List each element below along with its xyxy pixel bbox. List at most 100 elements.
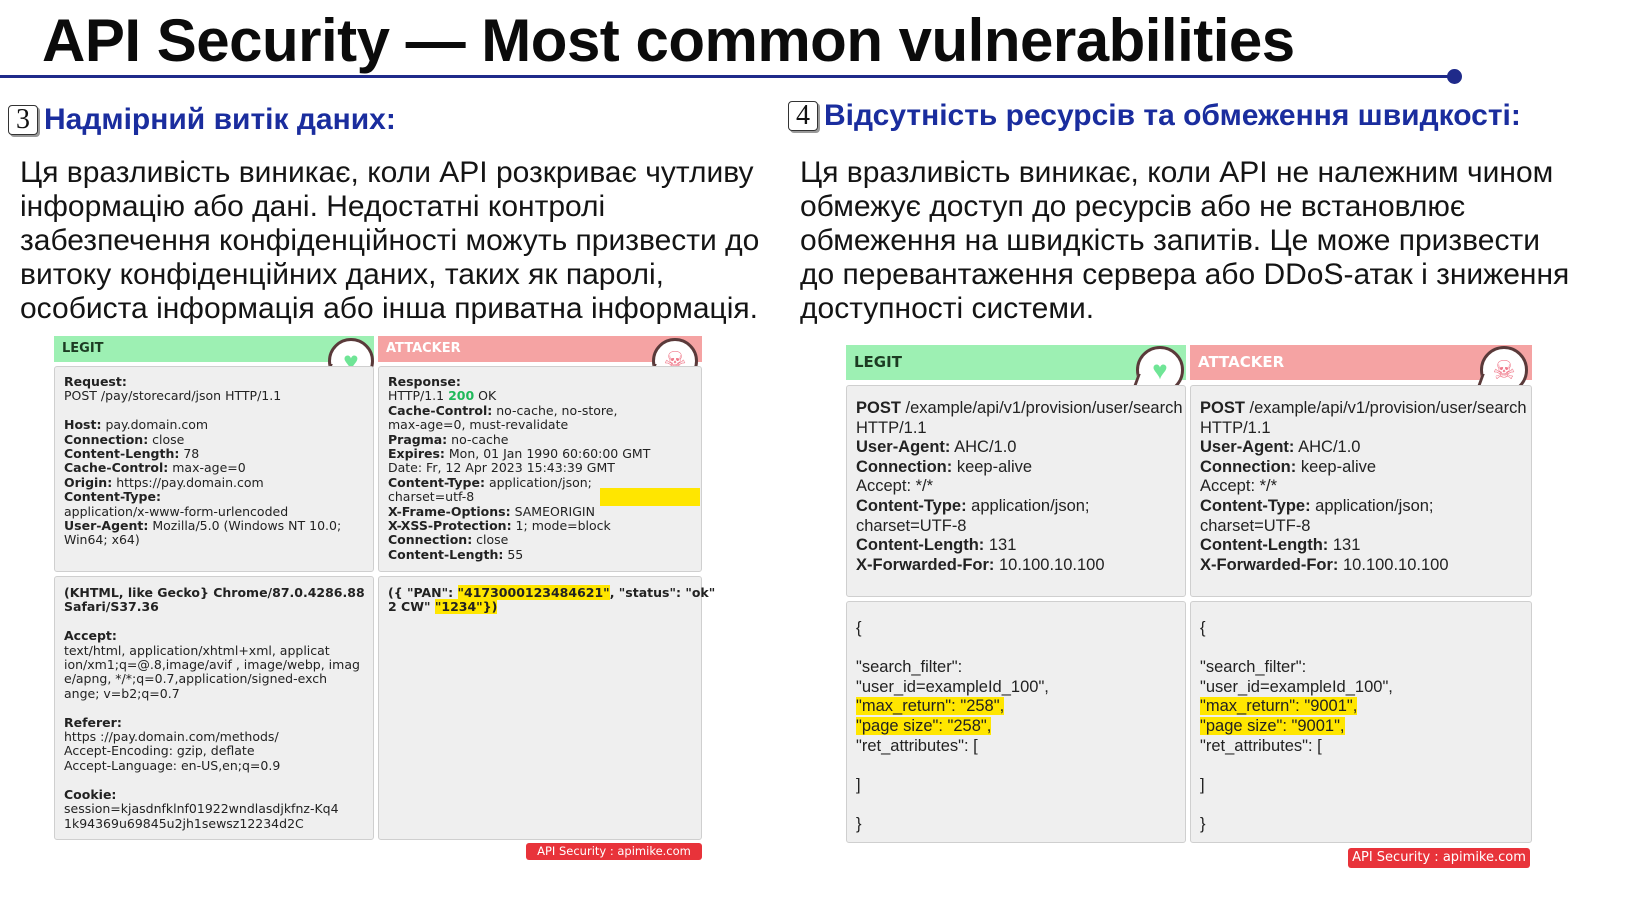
apimike-badge: API Security : apimike.com	[526, 843, 702, 860]
code-line: User-Agent: AHC/1.0	[1200, 438, 1531, 458]
code-text: session=kjasdnfklnf01922wndlasdjkfnz-Kq4	[64, 801, 339, 817]
code-line: HTTP/1.1	[856, 419, 1185, 439]
code-text: ange; v=b2;q=0.7	[64, 685, 180, 701]
section-4-heading: 4 Відсутність ресурсів та обмеження швид…	[788, 99, 1521, 133]
code-line: Accept: */*	[1200, 477, 1531, 497]
code-line: POST /pay/storecard/json HTTP/1.1	[64, 389, 373, 403]
code-text: keep-alive	[952, 457, 1033, 476]
code-line: charset=UTF-8	[856, 517, 1185, 537]
highlighted-value: "page size": "258",	[856, 716, 992, 735]
section-3-description: Ця вразливість виникає, коли API розкрив…	[20, 156, 760, 325]
code-line	[64, 773, 373, 787]
code-line: (KHTML, like Gecko} Chrome/87.0.4286.88	[64, 585, 373, 600]
code-text: /example/api/v1/provision/user/search	[900, 399, 1183, 417]
section-title: Відсутність ресурсів та обмеження швидко…	[824, 99, 1521, 132]
code-line: Cache-Control: no-cache, no-store,	[388, 402, 701, 418]
code-line: HTTP/1.1 200 OK	[388, 389, 701, 403]
code-key: Request:	[64, 374, 127, 389]
code-line: "user_id=exampleId_100",	[1200, 678, 1531, 698]
attacker-response-box: Response: HTTP/1.1 200 OK Cache-Control: n…	[378, 366, 702, 572]
code-line: {	[1200, 619, 1531, 639]
section-title: Надмірний витік даних:	[44, 103, 396, 136]
code-key: Referer:	[64, 714, 122, 730]
highlighted-value: "max_return": "9001",	[1200, 697, 1358, 716]
code-text: 55	[503, 546, 524, 562]
code-text: keep-alive	[1296, 457, 1377, 476]
code-key: User-Agent:	[856, 438, 951, 457]
code-text: no-cache	[447, 431, 509, 447]
code-text: no-cache, no-store,	[492, 402, 618, 418]
code-key: POST	[1200, 399, 1245, 417]
section-number: 3	[8, 104, 38, 135]
legit-header: LEGIT	[54, 336, 374, 362]
code-key: Origin:	[64, 474, 113, 490]
code-text: charset=UTF-8	[1200, 516, 1311, 535]
code-text: AHC/1.0	[950, 438, 1017, 457]
code-text: close	[148, 431, 185, 447]
code-line: Cache-Control: max-age=0	[64, 461, 373, 475]
highlighted-value: "page size": "9001",	[1200, 716, 1345, 735]
code-line: charset=UTF-8	[1200, 517, 1531, 537]
code-line: User-Agent: AHC/1.0	[856, 438, 1185, 458]
code-line	[1200, 795, 1531, 815]
code-key: X-Forwarded-For:	[856, 555, 995, 574]
code-text: max-age=0	[168, 460, 246, 476]
code-line: text/html, application/xhtml+xml, applic…	[64, 643, 373, 658]
code-text: max-age=0, must-revalidate	[388, 417, 569, 433]
code-line: Accept-Encoding: gzip, deflate	[64, 744, 373, 758]
code-text: pay.domain.com	[101, 417, 209, 433]
code-line: User-Agent: Mozilla/5.0 (Windows NT 10.0…	[64, 518, 373, 534]
code-line: Accept: */*	[856, 477, 1185, 497]
code-text: Mon, 01 Jan 1990 60:60:00 GMT	[444, 446, 651, 462]
title-underline	[0, 75, 1455, 78]
code-line: Content-Type:	[64, 490, 373, 504]
legit-headers-box: (KHTML, like Gecko} Chrome/87.0.4286.88 S…	[54, 576, 374, 840]
code-key: Pragma:	[388, 431, 448, 447]
code-text: HTTP/1.1	[856, 418, 927, 437]
code-line: POST /example/api/v1/provision/user/sear…	[1200, 399, 1531, 419]
code-line: Response:	[388, 374, 701, 389]
code-line: {	[856, 619, 1185, 639]
code-line	[64, 615, 373, 629]
code-line: Accept:	[64, 629, 373, 643]
code-text: {	[856, 619, 862, 637]
code-line: HTTP/1.1	[1200, 419, 1531, 439]
code-key: Connection:	[388, 532, 473, 548]
code-line: 2 CW" "1234"})	[388, 599, 701, 615]
code-line: "ret_attributes": [	[1200, 737, 1531, 757]
code-text: close	[472, 532, 509, 548]
code-line: Connection: close	[388, 533, 701, 547]
code-text: e/apng, */*;q=0.7,application/signed-exc…	[64, 671, 328, 687]
code-key: (KHTML, like Gecko} Chrome/87.0.4286.88	[64, 585, 365, 600]
code-line: "page size": "9001",	[1200, 716, 1531, 737]
code-key: 2 CW"	[388, 599, 435, 615]
code-text: /example/api/v1/provision/user/search	[1244, 399, 1527, 417]
code-line: Safari/S37.36	[64, 600, 373, 614]
code-key: X-XSS-Protection:	[388, 518, 512, 534]
code-line: Accept-Language: en-US,en;q=0.9	[64, 758, 373, 773]
code-text: HTTP/1.1	[1200, 418, 1271, 437]
code-line: "max_return": "9001",	[1200, 697, 1531, 717]
code-text: 1k94369u69845u2jh1sewsz12234d2C	[64, 815, 304, 831]
code-line: ]	[1200, 776, 1531, 796]
code-text: "ret_attributes": [	[1200, 736, 1322, 755]
code-key: Cookie:	[64, 786, 117, 802]
code-key: User-Agent:	[64, 518, 149, 534]
excessive-data-exposure-illustration: LEGIT ATTACKER ♥ ☠ Request: POST /pay/sto…	[54, 336, 715, 864]
code-text: Accept: */*	[1200, 477, 1278, 496]
code-key: Response:	[388, 374, 461, 389]
code-line: https ://pay.domain.com/methods/	[64, 729, 373, 744]
code-key: Cache-Control:	[64, 460, 169, 476]
code-key: Content-Length:	[856, 536, 985, 555]
code-key: X-Forwarded-For:	[1200, 555, 1339, 574]
code-text: Mozilla/5.0 (Windows NT 10.0;	[148, 518, 342, 534]
code-text: Accept-Encoding: gzip, deflate	[64, 743, 255, 759]
code-line	[856, 795, 1185, 815]
code-line: X-Frame-Options: SAMEORIGIN	[388, 504, 701, 519]
legit-header: LEGIT	[846, 345, 1186, 380]
code-text: "search_filter":	[1200, 658, 1307, 677]
code-text: "user_id=exampleId_100",	[856, 677, 1049, 696]
